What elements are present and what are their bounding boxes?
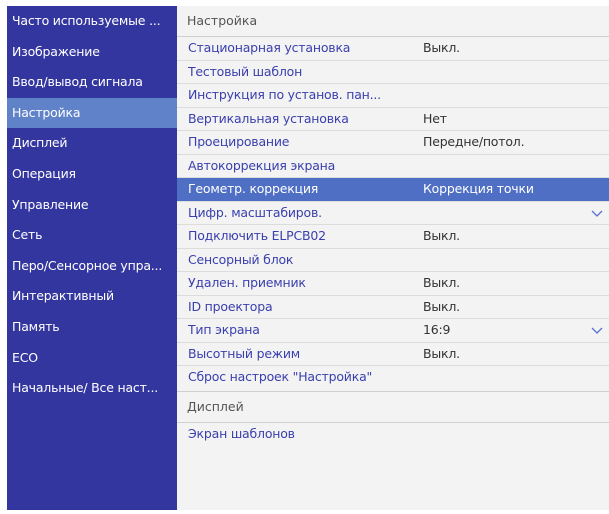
row-label: Сенсорный блок: [188, 251, 294, 267]
section-title-settings: Настройка: [177, 6, 609, 37]
sidebar-item-memory[interactable]: Память: [7, 312, 177, 343]
sidebar-item-network[interactable]: Сеть: [7, 220, 177, 251]
row-value: Выкл.: [423, 40, 460, 55]
menu-row-geometry-correction[interactable]: Геометр. коррекция Коррекция точки: [177, 177, 609, 201]
settings-panel: Настройка Стационарная установка Выкл. Т…: [177, 6, 609, 510]
menu-row-digital-zoom[interactable]: Цифр. масштабиров.: [177, 200, 609, 225]
row-value: Выкл.: [423, 275, 460, 290]
chevron-down-icon[interactable]: [591, 208, 603, 218]
menu-row-vertical-install[interactable]: Вертикальная установка Нет: [177, 106, 609, 131]
sidebar-item-frequently-used[interactable]: Часто используемые ...: [7, 6, 177, 37]
menu-row-reset-settings[interactable]: Сброс настроек "Настройка": [177, 365, 609, 389]
sidebar-item-pen-touch[interactable]: Перо/Сенсорное упра...: [7, 251, 177, 282]
row-label: Экран шаблонов: [188, 425, 295, 441]
sidebar-item-eco[interactable]: ECO: [7, 343, 177, 374]
row-label: Вертикальная установка: [188, 110, 349, 126]
sidebar-item-signal-io[interactable]: Ввод/вывод сигнала: [7, 67, 177, 98]
row-value: Передне/потол.: [423, 134, 525, 149]
menu-row-projector-id[interactable]: ID проектора Выкл.: [177, 294, 609, 319]
menu-row-pattern-screen[interactable]: Экран шаблонов: [177, 423, 609, 446]
sidebar-item-interactive[interactable]: Интерактивный: [7, 281, 177, 312]
sidebar-item-display[interactable]: Дисплей: [7, 128, 177, 159]
row-label: Инструкция по установ. пан...: [188, 87, 381, 102]
chevron-down-icon[interactable]: [591, 325, 603, 335]
row-label: Высотный режим: [188, 345, 301, 361]
row-label: Автокоррекция экрана: [188, 157, 336, 173]
menu-row-remote-receiver[interactable]: Удален. приемник Выкл.: [177, 271, 609, 295]
menu-row-install-instructions[interactable]: Инструкция по установ. пан...: [177, 83, 609, 107]
menu-row-screen-type[interactable]: Тип экрана 16:9: [177, 318, 609, 342]
row-value: Нет: [423, 110, 447, 126]
row-label: Проецирование: [188, 134, 290, 149]
menu-row-screen-autocorrect[interactable]: Автокоррекция экрана: [177, 153, 609, 178]
row-label: Тестовый шаблон: [188, 63, 303, 79]
row-label: Геометр. коррекция: [188, 181, 319, 196]
sidebar-item-initial-all[interactable]: Начальные/ Все наст...: [7, 373, 177, 404]
row-label: Стационарная установка: [188, 40, 351, 55]
section-title-display: Дисплей: [177, 390, 609, 423]
sidebar-item-management[interactable]: Управление: [7, 190, 177, 221]
row-label: Подключить ELPCB02: [188, 228, 326, 243]
menu-row-projection[interactable]: Проецирование Передне/потол.: [177, 130, 609, 154]
row-label: Тип экрана: [188, 322, 260, 337]
row-value: 16:9: [423, 322, 451, 337]
row-label: Удален. приемник: [188, 275, 306, 290]
menu-row-stationary-install[interactable]: Стационарная установка Выкл.: [177, 37, 609, 60]
row-label: Цифр. масштабиров.: [188, 204, 322, 220]
sidebar-item-image[interactable]: Изображение: [7, 37, 177, 68]
row-label: ID проектора: [188, 298, 273, 314]
sidebar: Часто используемые ... Изображение Ввод/…: [7, 6, 177, 510]
menu-row-touch-unit[interactable]: Сенсорный блок: [177, 247, 609, 272]
sidebar-item-operation[interactable]: Операция: [7, 159, 177, 190]
row-value: Выкл.: [423, 228, 460, 243]
row-value: Выкл.: [423, 345, 460, 361]
menu-row-connect-elpcb02[interactable]: Подключить ELPCB02 Выкл.: [177, 224, 609, 248]
row-label: Сброс настроек "Настройка": [188, 369, 373, 384]
projector-menu: Часто используемые ... Изображение Ввод/…: [7, 6, 609, 510]
sidebar-item-settings[interactable]: Настройка: [7, 97, 177, 129]
row-value: Коррекция точки: [423, 181, 534, 196]
menu-row-test-pattern[interactable]: Тестовый шаблон: [177, 59, 609, 84]
menu-row-high-altitude[interactable]: Высотный режим Выкл.: [177, 341, 609, 366]
row-value: Выкл.: [423, 298, 460, 314]
